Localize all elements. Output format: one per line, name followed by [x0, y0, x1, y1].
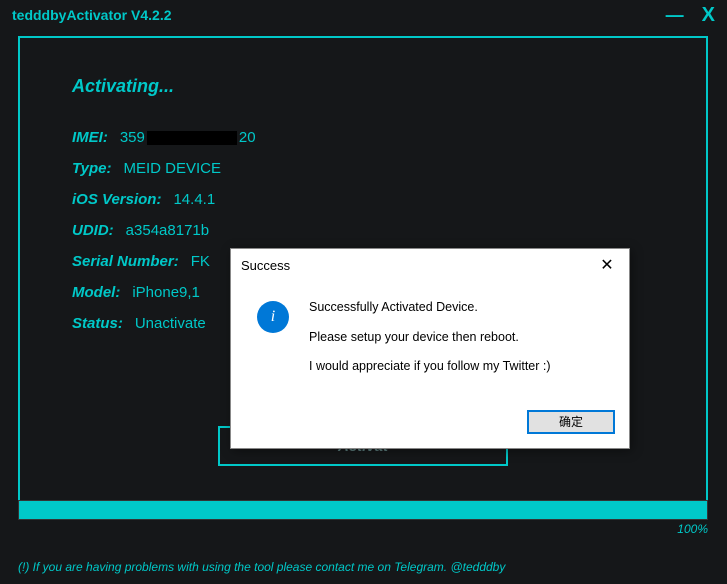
titlebar: tedddbyActivator V4.2.2 — X	[0, 0, 727, 30]
success-dialog: Success ✕ i Successfully Activated Devic…	[230, 248, 630, 449]
ok-button[interactable]: 确定	[527, 410, 615, 434]
imei-label: IMEI:	[72, 129, 108, 146]
udid-label: UDID:	[72, 222, 114, 239]
type-value: MEID DEVICE	[123, 160, 221, 177]
ios-value: 14.4.1	[173, 191, 215, 208]
minimize-icon[interactable]: —	[666, 6, 684, 24]
imei-row: IMEI: 359 20	[72, 129, 706, 146]
dialog-close-icon[interactable]: ✕	[595, 255, 619, 275]
dialog-body: i Successfully Activated Device. Please …	[231, 281, 629, 400]
progress-container: 100%	[18, 500, 708, 536]
footer-note: (!) If you are having problems with usin…	[18, 560, 505, 574]
close-icon[interactable]: X	[702, 5, 715, 25]
progress-text: 100%	[18, 522, 708, 536]
model-value: iPhone9,1	[132, 284, 200, 301]
info-icon: i	[257, 301, 289, 333]
titlebar-controls: — X	[666, 5, 715, 25]
serial-value: FK	[191, 253, 210, 270]
dialog-title: Success	[241, 258, 290, 273]
dialog-msg2: Please setup your device then reboot.	[309, 329, 551, 347]
ios-label: iOS Version:	[72, 191, 161, 208]
serial-label: Serial Number:	[72, 253, 179, 270]
status-value: Unactivate	[135, 315, 206, 332]
type-label: Type:	[72, 160, 111, 177]
imei-prefix: 359	[120, 129, 145, 146]
ios-row: iOS Version: 14.4.1	[72, 191, 706, 208]
progress-bar	[18, 500, 708, 520]
dialog-msg1: Successfully Activated Device.	[309, 299, 551, 317]
app-title: tedddbyActivator V4.2.2	[12, 7, 172, 23]
dialog-msg3: I would appreciate if you follow my Twit…	[309, 358, 551, 376]
dialog-footer: 确定	[231, 400, 629, 448]
status-label: Status:	[72, 315, 123, 332]
activating-header: Activating...	[72, 76, 706, 97]
imei-redacted	[147, 131, 237, 145]
imei-value: 359 20	[120, 129, 256, 146]
type-row: Type: MEID DEVICE	[72, 160, 706, 177]
imei-suffix: 20	[239, 129, 256, 146]
model-label: Model:	[72, 284, 120, 301]
dialog-messages: Successfully Activated Device. Please se…	[309, 299, 551, 376]
udid-value: a354a8171b	[126, 222, 209, 239]
dialog-titlebar: Success ✕	[231, 249, 629, 281]
udid-row: UDID: a354a8171b	[72, 222, 706, 239]
